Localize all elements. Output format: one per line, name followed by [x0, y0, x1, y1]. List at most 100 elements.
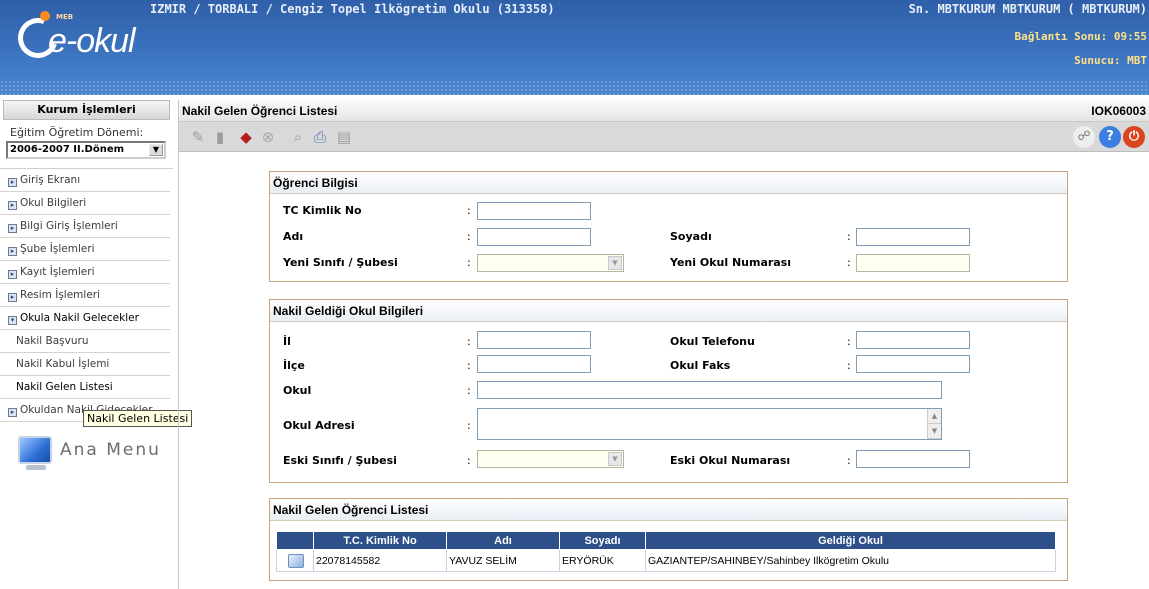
- old-class-select[interactable]: ▼: [477, 450, 624, 468]
- colon: :: [467, 335, 471, 348]
- colon: :: [847, 454, 851, 467]
- colon: :: [467, 256, 471, 269]
- sidebar-item-label: Şube İşlemleri: [20, 243, 95, 255]
- print-icon[interactable]: ⎙: [311, 128, 329, 146]
- column-header-school: Geldiği Okul: [645, 531, 1056, 550]
- sidebar-subitem-nakil-kabul[interactable]: Nakil Kabul İşlemi: [0, 353, 170, 376]
- new-class-select[interactable]: ▼: [477, 254, 624, 272]
- monitor-base: [26, 465, 46, 470]
- table-row[interactable]: 22078145582 YAVUZ SELİM ERYÖRÜK GAZIANTE…: [276, 549, 1056, 572]
- transfer-list-section: Nakil Gelen Öğrenci Listesi T.C. Kimlik …: [269, 498, 1068, 581]
- sidebar-subitem-nakil-basvuru[interactable]: Nakil Başvuru: [0, 330, 170, 353]
- sidebar-item-okula-nakil[interactable]: ▾ Okula Nakil Gelecekler: [0, 307, 170, 330]
- phone-label: Okul Telefonu: [670, 335, 755, 348]
- help-icon[interactable]: ?: [1099, 126, 1121, 148]
- ilce-label: İlçe: [283, 359, 305, 372]
- row-edit-cell[interactable]: [276, 549, 314, 572]
- sidebar-item-label: Kayıt İşlemleri: [20, 266, 95, 278]
- eokul-logo: MEB e-okul: [11, 10, 168, 65]
- sidebar-item-resim[interactable]: ▸ Resim İşlemleri: [0, 284, 170, 307]
- colon: :: [467, 454, 471, 467]
- main-panel: Nakil Gelen Öğrenci Listesi IOK06003 ✎ ▮…: [178, 100, 1149, 589]
- server-label: Sunucu: MBT: [1074, 54, 1147, 67]
- student-info-section: Öğrenci Bilgisi TC Kimlik No : Adı : Soy…: [269, 171, 1068, 282]
- fax-input[interactable]: [856, 355, 970, 373]
- period-value: 2006-2007 II.Dönem: [10, 144, 125, 155]
- tooltip: Nakil Gelen Listesi: [83, 410, 193, 427]
- connection-end: Bağlantı Sonu: 09:55: [1014, 30, 1147, 43]
- expand-icon: ▸: [8, 224, 17, 233]
- ilce-input[interactable]: [477, 355, 591, 373]
- app-header: MEB e-okul IZMIR / TORBALI / Cengiz Tope…: [0, 0, 1149, 95]
- sidebar-item-giris[interactable]: ▸ Giriş Ekranı: [0, 169, 170, 192]
- colon: :: [847, 230, 851, 243]
- il-label: İl: [283, 335, 291, 348]
- colon: :: [847, 359, 851, 372]
- adres-label: Okul Adresi: [283, 419, 355, 432]
- il-input[interactable]: [477, 331, 591, 349]
- edit-icon[interactable]: ✎: [189, 128, 207, 146]
- page-code: IOK06003: [1091, 104, 1146, 118]
- fax-label: Okul Faks: [670, 359, 731, 372]
- logo-text: e-okul: [48, 22, 136, 60]
- save-icon[interactable]: ▮: [211, 128, 229, 146]
- expand-icon: ▸: [8, 408, 17, 417]
- surname-label: Soyadı: [670, 230, 712, 243]
- edit-record-icon[interactable]: [288, 553, 304, 568]
- chevron-down-icon[interactable]: ▼: [608, 256, 622, 270]
- okul-input[interactable]: [477, 381, 942, 399]
- exit-icon[interactable]: ⏻: [1123, 126, 1145, 148]
- ana-menu-button[interactable]: Ana Menu: [18, 436, 178, 476]
- sidebar-item-kayit[interactable]: ▸ Kayıt İşlemleri: [0, 261, 170, 284]
- cell-surname: ERYÖRÜK: [559, 549, 646, 572]
- old-class-label: Eski Sınıfı / Şubesi: [283, 454, 397, 467]
- chevron-down-icon[interactable]: ▼: [149, 144, 163, 156]
- sidebar-item-label: Resim İşlemleri: [20, 289, 101, 301]
- eraser-icon[interactable]: ◆: [237, 128, 255, 146]
- scrollbar[interactable]: ▲ ▼: [927, 409, 941, 439]
- student-info-heading: Öğrenci Bilgisi: [270, 172, 1067, 194]
- period-select[interactable]: 2006-2007 II.Dönem ▼: [6, 141, 166, 159]
- page-titlebar: Nakil Gelen Öğrenci Listesi IOK06003: [179, 100, 1149, 122]
- sidebar-item-okul-bilgileri[interactable]: ▸ Okul Bilgileri: [0, 192, 170, 215]
- origin-school-section: Nakil Geldiği Okul Bilgileri İl : Okul T…: [269, 299, 1068, 483]
- edit-column-header: [276, 531, 314, 550]
- scroll-up-icon[interactable]: ▲: [928, 409, 941, 424]
- report-icon[interactable]: ▤: [335, 128, 353, 146]
- sidebar-item-bilgi-giris[interactable]: ▸ Bilgi Giriş İşlemleri: [0, 215, 170, 238]
- sidebar-subitem-nakil-gelen-listesi[interactable]: Nakil Gelen Listesi: [0, 376, 170, 399]
- colon: :: [467, 419, 471, 432]
- name-input[interactable]: [477, 228, 591, 246]
- cancel-icon[interactable]: ⊗: [259, 128, 277, 146]
- new-class-label: Yeni Sınıfı / Şubesi: [283, 256, 398, 269]
- origin-school-heading: Nakil Geldiği Okul Bilgileri: [270, 300, 1067, 322]
- help-book-icon[interactable]: ☍: [1073, 126, 1095, 148]
- phone-input[interactable]: [856, 331, 970, 349]
- sidebar: Kurum İşlemleri Eğitim Öğretim Dönemi: 2…: [0, 100, 193, 589]
- expand-icon: ▸: [8, 293, 17, 302]
- transfer-list-heading: Nakil Gelen Öğrenci Listesi: [270, 499, 1067, 521]
- sidebar-item-sube[interactable]: ▸ Şube İşlemleri: [0, 238, 170, 261]
- expand-icon: ▸: [8, 178, 17, 187]
- header-pattern: [0, 80, 1149, 95]
- expand-icon: ▸: [8, 247, 17, 256]
- new-number-input[interactable]: [856, 254, 970, 272]
- collapse-icon: ▾: [8, 316, 17, 325]
- colon: :: [847, 335, 851, 348]
- page-title: Nakil Gelen Öğrenci Listesi: [182, 104, 338, 118]
- adres-textarea[interactable]: ▲ ▼: [477, 408, 942, 440]
- surname-input[interactable]: [856, 228, 970, 246]
- ana-menu-label: Ana Menu: [60, 440, 161, 460]
- toolbar: ✎ ▮ ◆ ⊗ ⌕ ⎙ ▤ ☍ ? ⏻: [179, 122, 1149, 152]
- search-icon[interactable]: ⌕: [289, 128, 307, 146]
- colon: :: [467, 359, 471, 372]
- monitor-icon: [18, 436, 52, 464]
- chevron-down-icon[interactable]: ▼: [608, 452, 622, 466]
- scroll-down-icon[interactable]: ▼: [928, 424, 941, 439]
- old-number-label: Eski Okul Numarası: [670, 454, 791, 467]
- period-label: Eğitim Öğretim Dönemi:: [10, 126, 144, 139]
- old-number-input[interactable]: [856, 450, 970, 468]
- column-header-tc: T.C. Kimlik No: [313, 531, 447, 550]
- tc-input[interactable]: [477, 202, 591, 220]
- logo-dot-icon: [40, 11, 50, 21]
